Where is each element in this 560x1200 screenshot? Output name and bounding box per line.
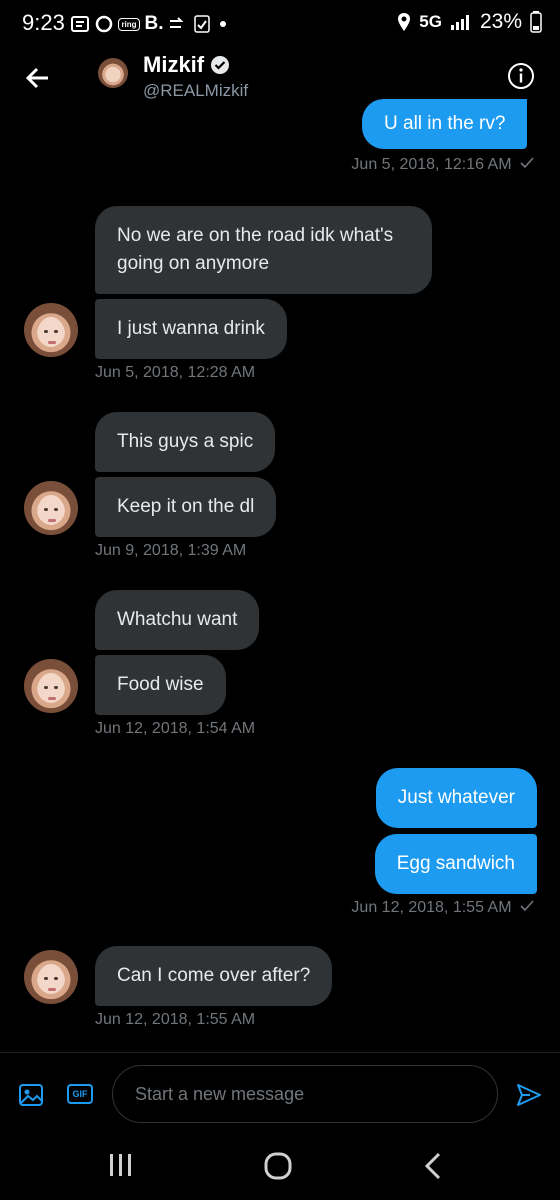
message-timestamp: Jun 9, 2018, 1:39 AM	[95, 542, 247, 559]
contact-handle: @REALMizkif	[143, 81, 249, 100]
message-timestamp: Jun 12, 2018, 1:55 AM	[95, 1011, 256, 1028]
status-right: 5G 23%	[397, 10, 542, 34]
signal-icon	[450, 15, 469, 30]
message-bubble-outgoing[interactable]: Egg sandwich	[374, 834, 537, 894]
message-text: I just wanna drink	[117, 318, 265, 339]
sender-avatar[interactable]	[24, 950, 78, 1004]
b-icon: B.	[144, 13, 164, 34]
message-bubble-incoming[interactable]: Can I come over after?	[95, 946, 333, 1006]
verified-icon	[211, 56, 230, 74]
message-timestamp: Jun 12, 2018, 1:54 AM	[95, 720, 256, 737]
status-bar: 9:23 ring B. 5G 23%	[0, 0, 560, 48]
send-icon[interactable]	[516, 1083, 542, 1107]
gif-button[interactable]: GIF	[67, 1084, 93, 1104]
message-text: This guys a spic	[117, 431, 254, 452]
header-avatar[interactable]	[98, 58, 128, 88]
sent-check-icon	[520, 157, 534, 169]
message-text: U all in the rv?	[384, 113, 506, 134]
dot-icon	[218, 14, 228, 34]
message-bubble-incoming[interactable]: This guys a spic	[95, 412, 276, 472]
message-text: Egg sandwich	[396, 853, 515, 874]
ring-label: ring	[118, 17, 140, 31]
battery-icon	[530, 11, 542, 33]
circle-icon	[94, 14, 114, 34]
message-timestamp: Jun 5, 2018, 12:28 AM	[95, 364, 256, 381]
checklist-icon	[192, 14, 212, 34]
battery-percent: 23%	[479, 10, 522, 33]
message-bubble-outgoing[interactable]: U all in the rv?	[362, 99, 528, 149]
recent-apps-icon[interactable]	[108, 1152, 134, 1183]
back-nav-icon[interactable]	[424, 1152, 442, 1185]
message-icon	[70, 14, 90, 34]
message-bubble-outgoing[interactable]: Just whatever	[375, 768, 537, 828]
message-text: Food wise	[117, 674, 204, 695]
message-input[interactable]	[112, 1065, 498, 1123]
sender-avatar[interactable]	[24, 303, 78, 357]
sender-avatar[interactable]	[24, 481, 78, 535]
location-icon	[398, 13, 411, 31]
sender-avatar[interactable]	[24, 659, 78, 713]
compose-bar: GIF	[0, 1052, 560, 1135]
sent-check-icon	[520, 900, 534, 912]
contact-name: Mizkif	[143, 52, 205, 77]
contact-name-row[interactable]: Mizkif	[143, 52, 230, 78]
message-text: Keep it on the dl	[117, 496, 255, 517]
message-bubble-incoming[interactable]: No we are on the road idk what's going o…	[95, 206, 432, 294]
message-bubble-incoming[interactable]: Keep it on the dl	[95, 477, 277, 537]
message-timestamp: Jun 12, 2018, 1:55 AM	[351, 899, 534, 917]
message-text: No we are on the road idk what's going o…	[117, 225, 394, 274]
message-bubble-incoming[interactable]: Food wise	[95, 655, 226, 715]
message-bubble-incoming[interactable]: I just wanna drink	[95, 299, 287, 359]
message-text: Whatchu want	[117, 609, 238, 630]
message-text: Can I come over after?	[117, 965, 311, 986]
network-label: 5G	[419, 12, 442, 31]
message-timestamp: Jun 5, 2018, 12:16 AM	[351, 156, 534, 174]
image-upload-icon[interactable]	[18, 1083, 44, 1107]
home-icon[interactable]	[264, 1152, 292, 1185]
info-icon[interactable]	[506, 61, 536, 91]
system-nav-bar	[0, 1134, 560, 1200]
status-time: 9:23	[22, 10, 65, 35]
back-arrow-icon[interactable]	[22, 62, 54, 94]
ring-icon: ring	[118, 14, 140, 34]
message-bubble-incoming[interactable]: Whatchu want	[95, 590, 260, 650]
message-text: Just whatever	[397, 787, 515, 808]
arrow-icon	[168, 14, 186, 34]
